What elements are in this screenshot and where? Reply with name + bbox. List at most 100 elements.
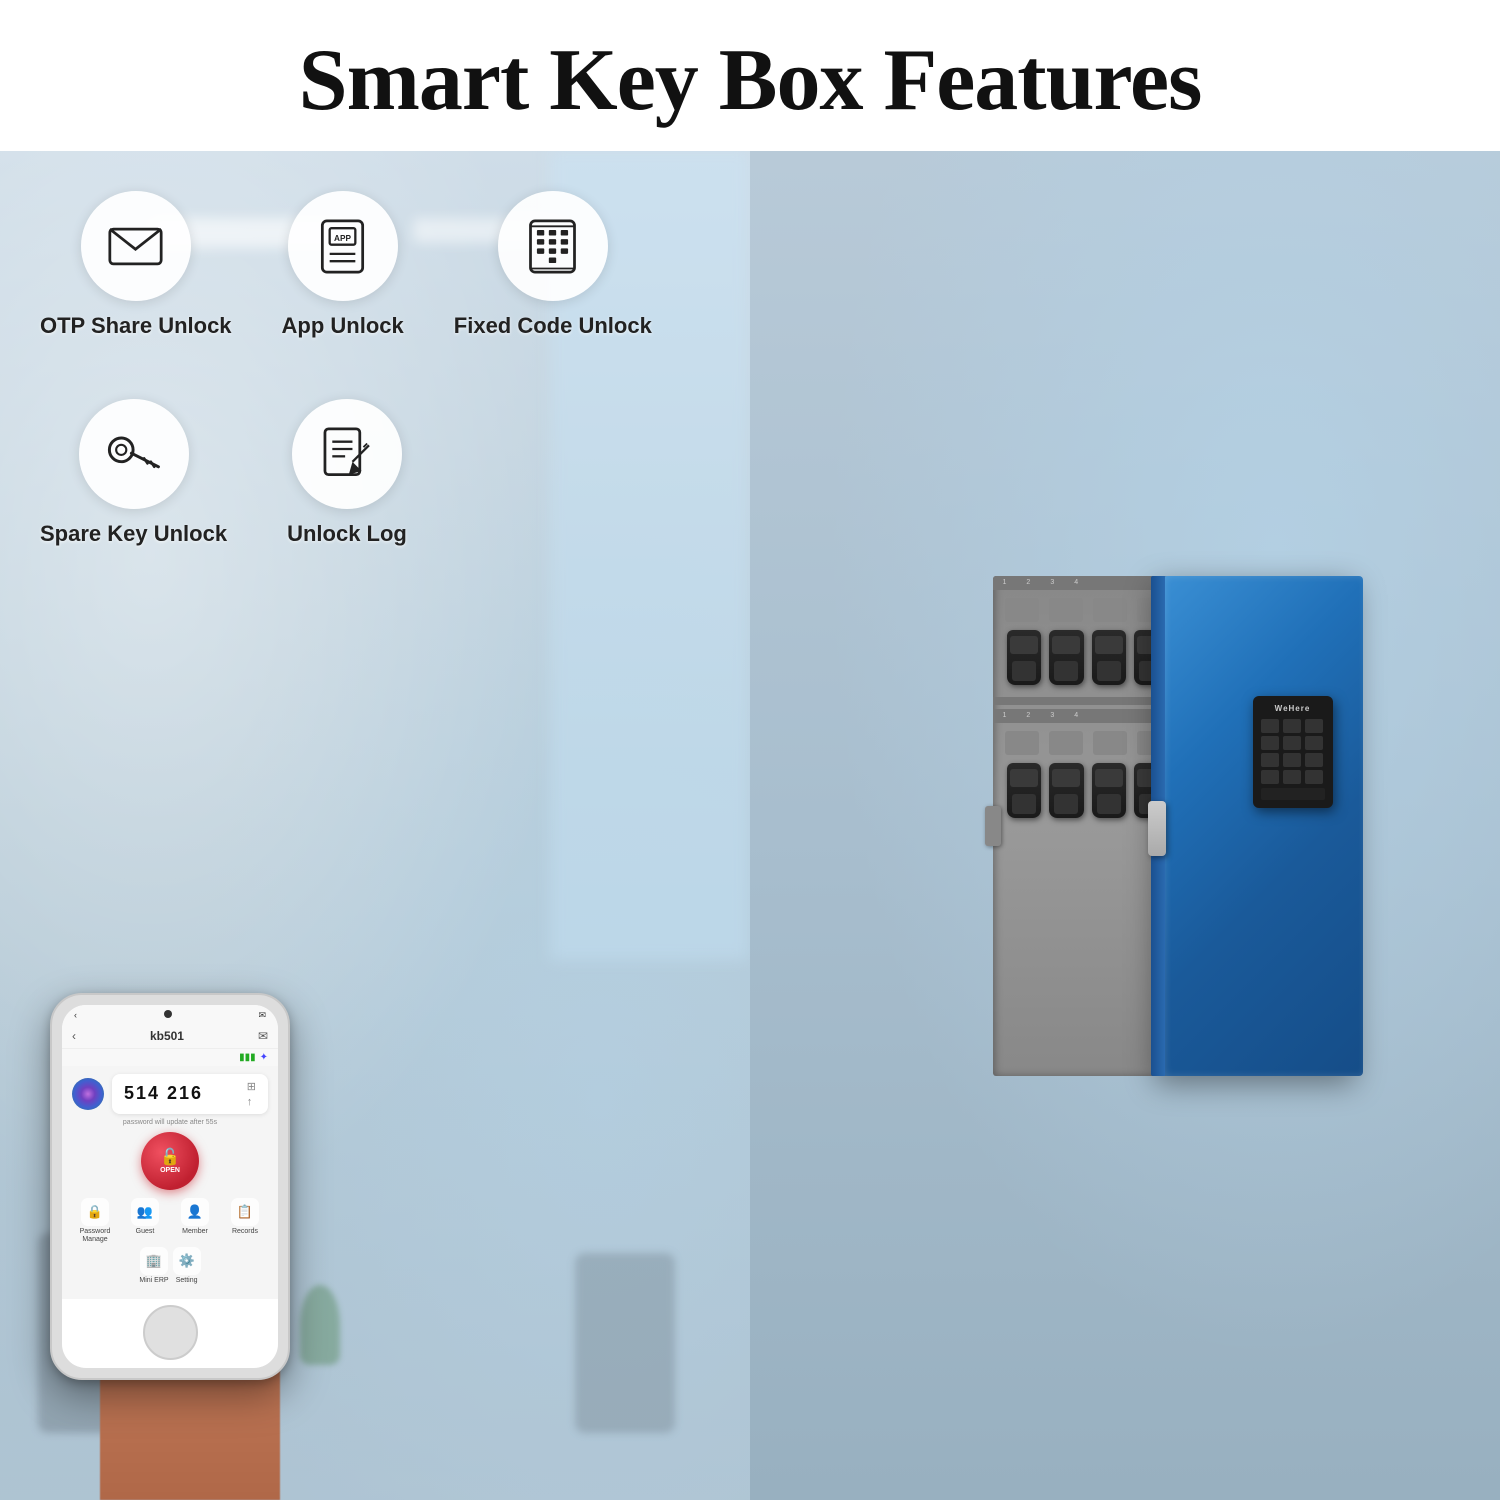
keypad-panel: WeHere	[1253, 696, 1333, 808]
key-fob-6	[1049, 763, 1084, 818]
left-panel: OTP Share Unlock APP	[0, 151, 750, 1500]
app-back-btn[interactable]: ‹	[72, 1029, 76, 1043]
door-lock-bar	[985, 806, 1001, 846]
mini-erp-label: Mini ERP	[139, 1277, 168, 1285]
feature-app-unlock: APP App Unlock	[282, 191, 404, 339]
setting-icon: ⚙️	[173, 1247, 201, 1275]
password-manage-label: PasswordManage	[80, 1228, 111, 1243]
key-7[interactable]	[1261, 753, 1279, 767]
content-area: OTP Share Unlock APP	[0, 151, 1500, 1500]
key-hash[interactable]	[1305, 770, 1323, 784]
otp-code-box: 514 216 ⊞ ↑	[112, 1074, 268, 1114]
phone-home-button[interactable]	[143, 1305, 198, 1360]
menu-records[interactable]: 📋 Records	[222, 1198, 268, 1243]
num-8: 4	[1074, 712, 1078, 719]
spare-key-icon-circle	[79, 399, 189, 509]
spare-key-label: Spare Key Unlock	[40, 521, 227, 547]
door-handle[interactable]	[1148, 801, 1166, 856]
app-unlock-icon-circle: APP	[288, 191, 398, 301]
feature-row-2: Spare Key Unlock	[40, 399, 710, 547]
key-holder-3	[1093, 598, 1127, 622]
key-9[interactable]	[1305, 753, 1323, 767]
features-area: OTP Share Unlock APP	[40, 191, 710, 607]
otp-action-buttons: ⊞ ↑	[247, 1080, 256, 1108]
feature-otp-share: OTP Share Unlock	[40, 191, 232, 339]
key-holder-2	[1049, 598, 1083, 622]
app-menu-row1: 🔒 PasswordManage 👥 Guest 👤 Member	[72, 1198, 268, 1243]
key-2[interactable]	[1283, 719, 1301, 733]
setting-label: Setting	[176, 1277, 198, 1285]
key-4[interactable]	[1261, 736, 1279, 750]
bluetooth-indicator: ✦	[260, 1052, 268, 1063]
key-fob-2	[1049, 630, 1084, 685]
otp-share-label: OTP Share Unlock	[40, 313, 232, 339]
key-holder-1	[1005, 598, 1039, 622]
otp-share-icon-circle	[81, 191, 191, 301]
key-0[interactable]	[1283, 770, 1301, 784]
key-fob-3	[1092, 630, 1127, 685]
guest-label: Guest	[136, 1228, 155, 1236]
records-label: Records	[232, 1228, 258, 1236]
otp-timer: password will update after 55s	[72, 1119, 268, 1126]
feature-spare-key: Spare Key Unlock	[40, 399, 227, 547]
feature-row-1: OTP Share Unlock APP	[40, 191, 710, 339]
menu-guest[interactable]: 👥 Guest	[122, 1198, 168, 1243]
num-5: 1	[1003, 712, 1007, 719]
menu-member[interactable]: 👤 Member	[172, 1198, 218, 1243]
user-avatar	[72, 1078, 104, 1110]
app-header: ‹ kb501 ✉	[62, 1024, 278, 1049]
num-6: 2	[1026, 712, 1030, 719]
cabinet-door: WeHere	[1163, 576, 1363, 1076]
back-arrow[interactable]: ‹	[74, 1010, 77, 1021]
member-label: Member	[182, 1228, 208, 1236]
feature-fixed-code: Fixed Code Unlock	[454, 191, 652, 339]
key-5[interactable]	[1283, 736, 1301, 750]
keypad-icon	[525, 219, 580, 274]
envelope-icon	[108, 219, 163, 274]
app-mail-btn[interactable]: ✉	[258, 1029, 268, 1043]
feature-unlock-log: Unlock Log	[287, 399, 407, 547]
right-panel: 1 2 3 4	[750, 151, 1500, 1500]
document-pencil-icon	[319, 427, 374, 482]
key-star[interactable]	[1261, 770, 1279, 784]
num-7: 3	[1050, 712, 1054, 719]
header-section: Smart Key Box Features	[0, 0, 1500, 151]
key-6[interactable]	[1305, 736, 1323, 750]
key-fob-1	[1007, 630, 1042, 685]
copy-icon[interactable]: ⊞	[247, 1080, 256, 1093]
key-fob-7	[1092, 763, 1127, 818]
keypad-brand-name: WeHere	[1261, 704, 1325, 713]
app-content: 514 216 ⊞ ↑ password will update after 5…	[62, 1066, 278, 1299]
open-button[interactable]: 🔓 OPEN	[141, 1132, 199, 1190]
otp-code-display: 514 216	[124, 1083, 203, 1104]
keypad-display	[1261, 788, 1325, 800]
key-8[interactable]	[1283, 753, 1301, 767]
menu-mini-erp[interactable]: 🏢 Mini ERP	[139, 1247, 168, 1285]
num-3: 3	[1050, 579, 1054, 586]
battery-indicator: ▮▮▮	[239, 1052, 256, 1063]
menu-password-manage[interactable]: 🔒 PasswordManage	[72, 1198, 118, 1243]
office-chair-2	[575, 1253, 675, 1433]
status-row: ▮▮▮ ✦	[62, 1049, 278, 1066]
menu-setting[interactable]: ⚙️ Setting	[173, 1247, 201, 1285]
fixed-code-icon-circle	[498, 191, 608, 301]
password-manage-icon: 🔒	[81, 1198, 109, 1226]
app-unlock-label: App Unlock	[282, 313, 404, 339]
key-1[interactable]	[1261, 719, 1279, 733]
open-button-label: OPEN	[160, 1167, 180, 1174]
key-icon	[106, 427, 161, 482]
key-3[interactable]	[1305, 719, 1323, 733]
lock-open-icon: 🔓	[160, 1147, 180, 1167]
otp-section: 514 216 ⊞ ↑	[72, 1074, 268, 1114]
fixed-code-label: Fixed Code Unlock	[454, 313, 652, 339]
phone-mockup: ‹ ✉ ‹ kb501 ✉ ▮▮▮ ✦	[50, 993, 290, 1380]
share-icon[interactable]: ↑	[247, 1096, 256, 1108]
guest-icon: 👥	[131, 1198, 159, 1226]
phone-notch-dot	[164, 1010, 172, 1018]
keypad-grid	[1261, 719, 1325, 784]
main-container: Smart Key Box Features	[0, 0, 1500, 1500]
mail-icon: ✉	[258, 1010, 266, 1021]
phone-status-bar: ‹ ✉	[62, 1005, 278, 1024]
num-1: 1	[1003, 579, 1007, 586]
records-icon: 📋	[231, 1198, 259, 1226]
